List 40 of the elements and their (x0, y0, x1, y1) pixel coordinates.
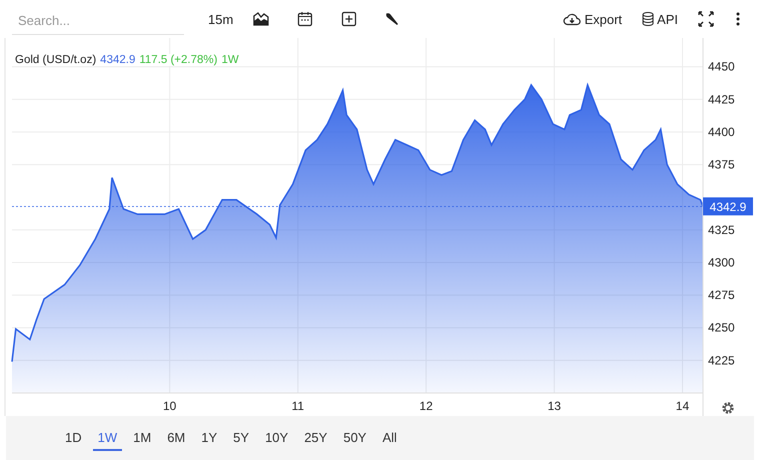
period-label: 1W (221, 54, 239, 66)
range-tab[interactable]: 6M (162, 426, 190, 450)
y-axis-label: 4425 (708, 92, 735, 106)
y-axis-label: 4250 (708, 320, 735, 335)
range-tab[interactable]: 10Y (260, 426, 294, 450)
range-tab[interactable]: 25Y (299, 426, 332, 450)
range-tab[interactable]: 1M (128, 426, 156, 450)
interval-button[interactable]: 15m (208, 12, 234, 26)
y-axis-label: 4400 (708, 124, 735, 139)
api-button[interactable]: API (642, 12, 678, 26)
price-tag: 4342.9 (703, 197, 753, 216)
instrument-name: Gold (USD/t.oz) (15, 54, 96, 66)
y-axis-label: 4450 (708, 60, 735, 74)
range-tab[interactable]: 1W (92, 426, 122, 450)
y-axis-label: 4300 (708, 255, 735, 270)
calendar-icon[interactable] (297, 11, 314, 27)
y-axis-label: 4225 (708, 353, 735, 368)
range-tab[interactable]: 50Y (338, 426, 372, 450)
range-tab[interactable]: 1D (60, 426, 87, 450)
mountain-chart-icon[interactable] (253, 12, 270, 26)
y-axis-label: 4375 (708, 158, 735, 172)
price-value: 4342.9 (100, 54, 136, 66)
price-change: 117.5 (+2.78%) (139, 54, 218, 66)
range-tab[interactable]: 1Y (196, 426, 222, 450)
y-axis-label: 4275 (708, 288, 735, 302)
range-tab[interactable]: All (377, 426, 402, 450)
database-icon (642, 12, 654, 26)
x-axis-label: 11 (292, 399, 304, 413)
settings-icon[interactable] (722, 402, 734, 414)
x-axis-label: 14 (676, 399, 690, 413)
more-icon[interactable] (736, 12, 740, 26)
y-axis-label: 4325 (708, 222, 735, 237)
cloud-download-icon (563, 12, 582, 26)
range-tab[interactable]: 5Y (228, 426, 254, 450)
export-button[interactable]: Export (563, 12, 622, 26)
x-axis-label: 10 (163, 399, 176, 413)
x-axis-label: 13 (548, 399, 561, 413)
x-axis-label: 12 (419, 399, 433, 413)
plus-box-icon[interactable] (341, 11, 358, 27)
fullscreen-icon[interactable] (698, 11, 714, 27)
